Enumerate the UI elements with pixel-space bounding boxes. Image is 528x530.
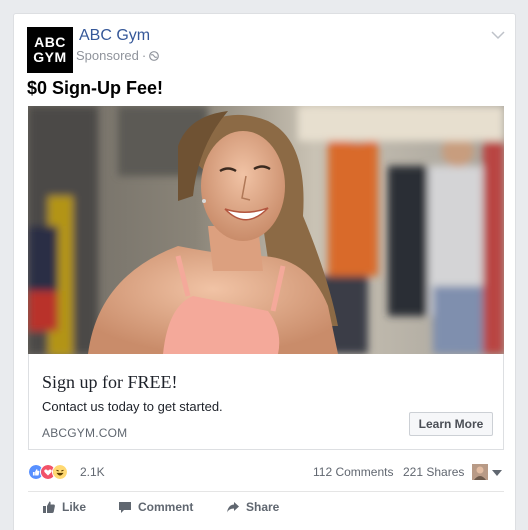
like-label: Like	[62, 500, 87, 514]
share-icon	[227, 502, 239, 513]
reactions-row: 2.1K 112 Comments 221 Shares	[28, 462, 504, 482]
viewer-avatar[interactable]	[472, 464, 488, 480]
chevron-down-icon[interactable]	[491, 30, 505, 40]
hero-image[interactable]	[28, 106, 504, 354]
page-name-link[interactable]: ABC Gym	[79, 27, 150, 45]
logo-line-2: GYM	[33, 49, 67, 65]
sponsored-post-card: ABC GYM ABC Gym Sponsored · $0 Sign-Up F…	[13, 13, 516, 530]
sponsored-text[interactable]: Sponsored	[76, 48, 139, 63]
share-button[interactable]: Share	[226, 500, 279, 514]
comment-icon	[119, 502, 131, 513]
comments-count[interactable]: 112 Comments	[313, 465, 393, 479]
thumbs-up-icon	[43, 501, 55, 513]
caret-down-icon[interactable]	[492, 470, 502, 476]
logo-line-1: ABC	[34, 34, 66, 50]
post-headline: $0 Sign-Up Fee!	[27, 78, 164, 98]
link-domain: ABCGYM.COM	[42, 426, 128, 440]
sponsored-label: Sponsored ·	[76, 48, 160, 63]
link-title[interactable]: Sign up for FREE!	[42, 372, 178, 393]
divider	[28, 491, 504, 492]
separator-dot: ·	[141, 48, 147, 63]
post-actions: Like Comment Share	[28, 500, 504, 522]
comment-label: Comment	[138, 500, 194, 514]
like-button[interactable]: Like	[42, 500, 86, 514]
reactions-count[interactable]: 2.1K	[80, 465, 105, 479]
globe-icon	[149, 50, 160, 61]
learn-more-button[interactable]: Learn More	[409, 412, 493, 436]
link-description: Contact us today to get started.	[42, 399, 223, 414]
share-label: Share	[246, 500, 280, 514]
link-preview[interactable]: Sign up for FREE! Contact us today to ge…	[28, 354, 504, 450]
comment-button[interactable]: Comment	[118, 500, 193, 514]
shares-count[interactable]: 221 Shares	[403, 465, 464, 479]
page-logo[interactable]: ABC GYM	[27, 27, 73, 73]
haha-reaction-icon[interactable]	[52, 464, 68, 480]
